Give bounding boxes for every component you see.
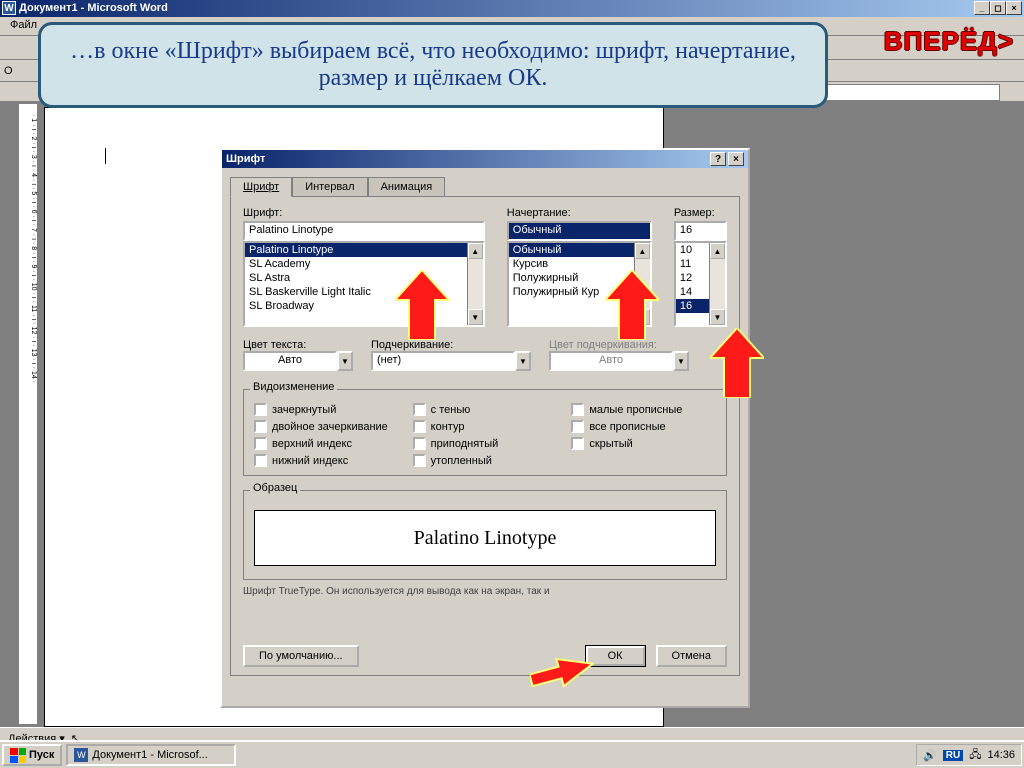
dialog-tabs: Шрифт Интервал Анимация	[230, 176, 740, 196]
chk-strikethrough[interactable]: зачеркнутый	[254, 403, 399, 416]
word-icon: W	[2, 1, 16, 15]
font-dialog: Шрифт ? × Шрифт Интервал Анимация Шрифт:…	[220, 148, 750, 708]
scroll-down-button[interactable]: ▼	[635, 309, 650, 325]
ulcolor-dropdown: Авто▼	[549, 351, 689, 371]
list-item[interactable]: Обычный	[509, 243, 650, 257]
help-button[interactable]: ?	[710, 152, 726, 166]
legend-effects: Видоизменение	[250, 381, 337, 393]
sample-preview: Palatino Linotype	[254, 510, 716, 566]
language-indicator[interactable]: RU	[943, 750, 963, 761]
font-listbox[interactable]: Palatino Linotype SL Academy SL Astra SL…	[243, 241, 485, 327]
label-ulcolor: Цвет подчеркивания:	[549, 339, 689, 351]
chk-hidden[interactable]: скрытый	[571, 437, 716, 450]
style-input[interactable]: Обычный	[507, 221, 652, 241]
font-input[interactable]: Palatino Linotype	[243, 221, 485, 241]
dialog-titlebar[interactable]: Шрифт ? ×	[222, 150, 748, 168]
chevron-down-icon[interactable]: ▼	[337, 351, 353, 371]
style-dropdown-hint[interactable]: О	[4, 65, 13, 77]
minimize-button[interactable]: _	[974, 1, 990, 15]
chk-engrave[interactable]: утопленный	[413, 454, 558, 467]
list-item[interactable]: SL Broadway	[245, 299, 483, 313]
list-item[interactable]: Полужирный	[509, 271, 650, 285]
label-size: Размер:	[674, 207, 727, 219]
list-item[interactable]: SL Academy	[245, 257, 483, 271]
underline-dropdown[interactable]: (нет)▼	[371, 351, 531, 371]
ok-button[interactable]: ОК	[585, 645, 646, 667]
scroll-down-button[interactable]: ▼	[710, 309, 725, 325]
label-underline: Подчеркивание:	[371, 339, 531, 351]
size-input[interactable]: 16	[674, 221, 727, 241]
taskbar-item-word[interactable]: W Документ1 - Microsof...	[66, 744, 236, 766]
list-item[interactable]: Полужирный Кур	[509, 285, 650, 299]
scrollbar[interactable]: ▲▼	[467, 243, 483, 325]
tab-font[interactable]: Шрифт	[230, 177, 292, 197]
style-listbox[interactable]: Обычный Курсив Полужирный Полужирный Кур…	[507, 241, 652, 327]
list-item[interactable]: SL Astra	[245, 271, 483, 285]
list-item[interactable]: Palatino Linotype	[245, 243, 483, 257]
chevron-down-icon[interactable]: ▼	[515, 351, 531, 371]
restore-button[interactable]: ◻	[990, 1, 1006, 15]
volume-icon[interactable]: 🔊	[923, 749, 937, 762]
textcolor-dropdown[interactable]: Авто▼	[243, 351, 353, 371]
sample-group: Образец Palatino Linotype	[243, 490, 727, 580]
truetype-hint: Шрифт TrueType. Он используется для выво…	[243, 586, 727, 597]
instruction-callout: …в окне «Шрифт» выбираем всё, что необхо…	[38, 22, 828, 108]
tab-body-font: Шрифт: Palatino Linotype Palatino Linoty…	[230, 196, 740, 676]
clock[interactable]: 14:36	[987, 749, 1015, 761]
dialog-close-button[interactable]: ×	[728, 152, 744, 166]
scroll-up-button[interactable]: ▲	[635, 243, 650, 259]
tab-animation[interactable]: Анимация	[368, 177, 446, 197]
list-item[interactable]: Курсив	[509, 257, 650, 271]
network-icon[interactable]: 🖧	[969, 746, 981, 765]
start-button[interactable]: Пуск	[2, 744, 62, 766]
scroll-up-button[interactable]: ▲	[710, 243, 725, 259]
chk-double-strike[interactable]: двойное зачеркивание	[254, 420, 399, 433]
default-button[interactable]: По умолчанию...	[243, 645, 359, 667]
dialog-title: Шрифт	[226, 153, 265, 165]
legend-sample: Образец	[250, 482, 300, 494]
chk-shadow[interactable]: с тенью	[413, 403, 558, 416]
tab-interval[interactable]: Интервал	[292, 177, 367, 197]
scrollbar[interactable]: ▲▼	[709, 243, 725, 325]
text-cursor	[105, 148, 106, 164]
scroll-up-button[interactable]: ▲	[468, 243, 483, 259]
label-style: Начертание:	[507, 207, 652, 219]
word-icon: W	[74, 748, 88, 762]
scroll-down-button[interactable]: ▼	[468, 309, 483, 325]
chk-superscript[interactable]: верхний индекс	[254, 437, 399, 450]
close-button[interactable]: ×	[1006, 1, 1022, 15]
chk-outline[interactable]: контур	[413, 420, 558, 433]
chevron-down-icon: ▼	[673, 351, 689, 371]
windows-flag-icon	[10, 748, 26, 763]
taskbar[interactable]: Пуск W Документ1 - Microsof... 🔊 RU 🖧 14…	[0, 740, 1024, 768]
app-titlebar[interactable]: W Документ1 - Microsoft Word _ ◻ ×	[0, 0, 1024, 17]
chk-subscript[interactable]: нижний индекс	[254, 454, 399, 467]
list-item[interactable]: SL Baskerville Light Italic	[245, 285, 483, 299]
app-title: Документ1 - Microsoft Word	[19, 2, 974, 14]
vertical-ruler[interactable]: · 1 · ı · 2 · ı · 3 · ı · 4 · ı · 5 · ı …	[18, 103, 38, 725]
chk-smallcaps[interactable]: малые прописные	[571, 403, 716, 416]
chk-allcaps[interactable]: все прописные	[571, 420, 716, 433]
menu-file[interactable]: Файл	[4, 19, 43, 33]
effects-group: Видоизменение зачеркнутый с тенью малые …	[243, 389, 727, 476]
size-listbox[interactable]: 10 11 12 14 16 ▲▼	[674, 241, 727, 327]
system-tray[interactable]: 🔊 RU 🖧 14:36	[916, 744, 1022, 766]
cancel-button[interactable]: Отмена	[656, 645, 727, 667]
chk-emboss[interactable]: приподнятый	[413, 437, 558, 450]
forward-label[interactable]: ВПЕРЁД>	[884, 26, 1014, 57]
label-font: Шрифт:	[243, 207, 485, 219]
label-textcolor: Цвет текста:	[243, 339, 353, 351]
scrollbar[interactable]: ▲▼	[634, 243, 650, 325]
